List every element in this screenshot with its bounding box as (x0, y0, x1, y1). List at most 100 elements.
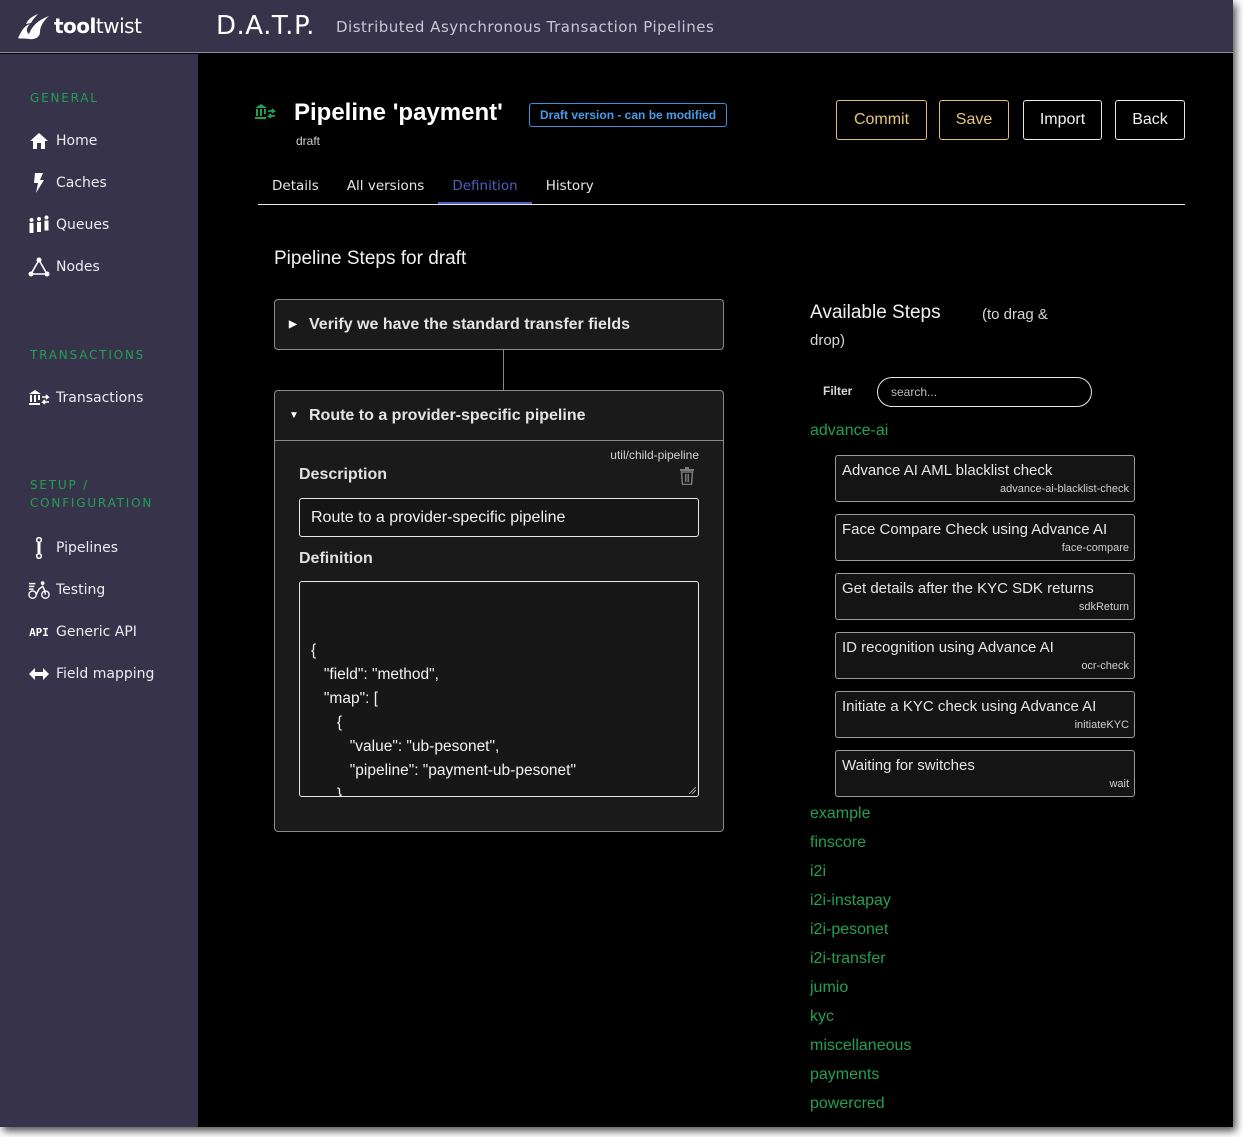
category-i2i-pesonet[interactable]: i2i-pesonet (810, 921, 888, 939)
step-name: Get details after the KYC SDK returns (842, 580, 1094, 597)
people-queue-icon (28, 215, 50, 235)
bank-transfer-icon (255, 104, 276, 119)
step-title: Route to a provider-specific pipeline (309, 406, 586, 424)
arrows-horizontal-icon (28, 664, 50, 684)
category-miscellaneous[interactable]: miscellaneous (810, 1037, 911, 1055)
description-label: Description (299, 466, 388, 483)
tab-definition[interactable]: Definition (438, 173, 532, 204)
step-name: Waiting for switches (842, 757, 975, 774)
sidebar-item-testing[interactable]: Testing (28, 580, 105, 600)
network-nodes-icon (28, 257, 50, 277)
category-payments[interactable]: payments (810, 1066, 879, 1084)
step-id: advance-ai-blacklist-check (1000, 483, 1129, 495)
step-id: face-compare (1061, 542, 1129, 554)
sidebar-section-transactions: TRANSACTIONS (30, 348, 146, 362)
pipeline-icon (28, 537, 50, 559)
category-example[interactable]: example (810, 805, 870, 823)
step-header[interactable]: ▶ Verify we have the standard transfer f… (275, 300, 723, 349)
home-icon (28, 131, 50, 151)
category-i2i-instapay[interactable]: i2i-instapay (810, 892, 891, 910)
sidebar-item-label: Caches (56, 175, 107, 191)
available-step[interactable]: Get details after the KYC SDK returns sd… (835, 573, 1135, 620)
tab-history[interactable]: History (532, 173, 608, 204)
logo-text-light: twist (95, 14, 142, 38)
cyclist-icon (28, 580, 50, 600)
sidebar-item-nodes[interactable]: Nodes (28, 257, 100, 277)
sidebar-item-pipelines[interactable]: Pipelines (28, 537, 119, 559)
sidebar-item-label: Transactions (56, 390, 144, 406)
definition-textarea[interactable]: { "field": "method", "map": [ { "value":… (299, 581, 699, 797)
flame-logo-icon (18, 14, 49, 40)
import-button[interactable]: Import (1023, 100, 1102, 140)
available-step[interactable]: ID recognition using Advance AI ocr-chec… (835, 632, 1135, 679)
sidebar-item-label: Nodes (56, 259, 100, 275)
sidebar-item-transactions[interactable]: Transactions (28, 388, 143, 408)
sidebar-item-home[interactable]: Home (28, 131, 97, 151)
step-title: Verify we have the standard transfer fie… (309, 315, 631, 333)
step-id: initiateKYC (1074, 719, 1129, 731)
pipeline-step-expanded: ▼ Route to a provider-specific pipeline … (274, 390, 724, 832)
sidebar-item-field-mapping[interactable]: Field mapping (28, 664, 154, 684)
commit-button[interactable]: Commit (836, 100, 927, 140)
sidebar-section-setup-line1: SETUP / (30, 478, 90, 492)
sidebar-item-label: Queues (56, 217, 110, 233)
sidebar: GENERAL Home Caches Queues Nodes TRANSAC… (0, 54, 198, 1127)
save-button[interactable]: Save (939, 100, 1009, 140)
step-header[interactable]: ▼ Route to a provider-specific pipeline (275, 391, 723, 440)
resize-handle-icon[interactable] (689, 787, 696, 794)
app-subtitle: Distributed Asynchronous Transaction Pip… (336, 18, 715, 36)
page-subtitle: draft (296, 134, 321, 148)
bank-transfer-icon (28, 388, 50, 408)
status-badge: Draft version - can be modified (529, 103, 728, 127)
back-button[interactable]: Back (1115, 100, 1185, 140)
filter-search-input[interactable]: search... (877, 377, 1092, 407)
step-id: wait (1109, 778, 1129, 790)
step-name: Face Compare Check using Advance AI (842, 521, 1108, 538)
pipeline-steps-title: Pipeline Steps for draft (274, 248, 467, 269)
step-body: util/child-pipeline Description Route to… (275, 440, 723, 831)
drag-drop-hint-cont: drop) (810, 332, 846, 349)
step-connector-line (503, 349, 504, 391)
sidebar-item-label: Generic API (56, 624, 137, 640)
available-steps-title: Available Steps (810, 302, 941, 323)
definition-text: { "field": "method", "map": [ { "value":… (311, 642, 576, 797)
sidebar-item-label: Pipelines (56, 540, 119, 556)
description-input[interactable]: Route to a provider-specific pipeline (299, 498, 699, 537)
tooltwist-logo[interactable]: tooltwist (16, 12, 142, 40)
step-id: sdkReturn (1078, 601, 1129, 613)
category-powercred[interactable]: powercred (810, 1095, 885, 1113)
sidebar-item-queues[interactable]: Queues (28, 215, 109, 235)
lightning-icon (28, 173, 50, 193)
category-kyc[interactable]: kyc (810, 1008, 834, 1026)
app-title: D.A.T.P. (216, 11, 315, 41)
category-advance-ai[interactable]: advance-ai (810, 422, 888, 440)
logo-text-bold: tool (54, 14, 96, 38)
page-title: Pipeline 'payment' (294, 99, 503, 126)
sidebar-item-caches[interactable]: Caches (28, 173, 107, 193)
tab-details[interactable]: Details (258, 173, 333, 204)
definition-label: Definition (299, 550, 373, 567)
sidebar-item-label: Field mapping (56, 666, 155, 682)
category-i2i-transfer[interactable]: i2i-transfer (810, 950, 886, 968)
available-step[interactable]: Initiate a KYC check using Advance AI in… (835, 691, 1135, 738)
sidebar-section-setup: SETUP / CONFIGURATION (30, 476, 153, 512)
category-jumio[interactable]: jumio (810, 979, 848, 997)
available-step[interactable]: Advance AI AML blacklist check advance-a… (835, 455, 1135, 502)
trash-icon[interactable] (679, 467, 695, 485)
sidebar-item-label: Home (56, 133, 98, 149)
tab-all-versions[interactable]: All versions (333, 173, 439, 204)
available-step[interactable]: Face Compare Check using Advance AI face… (835, 514, 1135, 561)
filter-label: Filter (823, 384, 853, 398)
sidebar-item-generic-api[interactable]: API Generic API (28, 622, 137, 642)
top-bar: tooltwist D.A.T.P. Distributed Asynchron… (0, 0, 1233, 53)
pipeline-step-collapsed: ▶ Verify we have the standard transfer f… (274, 299, 724, 350)
category-i2i[interactable]: i2i (810, 863, 826, 881)
step-type-label: util/child-pipeline (610, 448, 699, 462)
step-name: ID recognition using Advance AI (842, 639, 1054, 656)
drag-drop-hint: (to drag & (982, 306, 1048, 323)
category-finscore[interactable]: finscore (810, 834, 866, 852)
caret-right-icon: ▶ (289, 319, 297, 330)
caret-down-icon: ▼ (289, 410, 299, 421)
step-name: Initiate a KYC check using Advance AI (842, 698, 1097, 715)
available-step[interactable]: Waiting for switches wait (835, 750, 1135, 797)
